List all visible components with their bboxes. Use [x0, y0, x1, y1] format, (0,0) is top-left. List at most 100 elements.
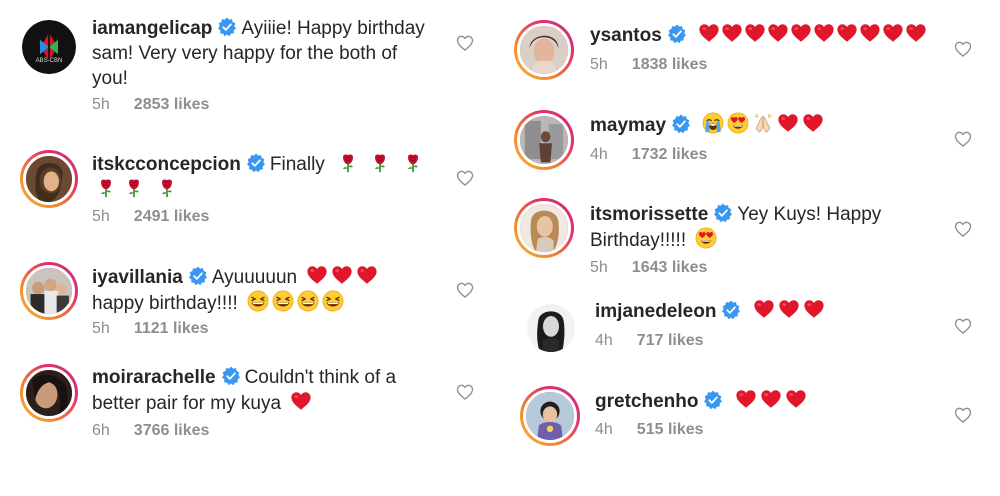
comment-likes[interactable]: 3766 likes: [134, 422, 210, 439]
comment-meta: 5h 1121 likes: [92, 320, 209, 338]
comment-meta: 5h 1838 likes: [590, 56, 707, 74]
comment-text: Finally: [269, 154, 325, 175]
comment-likes[interactable]: 1121 likes: [134, 320, 209, 337]
avatar-photo: [520, 116, 568, 164]
comment-text: Ayuuuuun: [211, 267, 298, 288]
comment-likes[interactable]: 515 likes: [637, 421, 704, 438]
heart-outline-icon[interactable]: [455, 382, 475, 402]
verified-badge-icon: [713, 203, 733, 223]
rose-emoji: [338, 153, 358, 173]
red-heart-emoji: [882, 22, 904, 44]
avatar[interactable]: [527, 304, 575, 352]
red-heart-emoji: [802, 112, 824, 134]
verified-badge-icon: [188, 266, 208, 286]
username[interactable]: itsmorissette: [590, 204, 708, 225]
heart-outline-icon[interactable]: [455, 168, 475, 188]
loudly-crying-emoji: [702, 112, 724, 134]
avatar[interactable]: [514, 20, 574, 80]
verified-badge-icon: [667, 24, 687, 44]
grinning-squinting-emoji: [322, 290, 344, 312]
comment-meta: 4h 717 likes: [595, 332, 704, 350]
red-heart-emoji: [356, 264, 378, 286]
grinning-squinting-emoji: [297, 290, 319, 312]
rose-emoji: [124, 178, 144, 198]
verified-badge-icon: [246, 153, 266, 173]
heart-outline-icon[interactable]: [953, 316, 973, 336]
heart-outline-icon[interactable]: [953, 39, 973, 59]
username[interactable]: ysantos: [590, 25, 662, 46]
comment-body: gretchenho: [595, 388, 935, 414]
comment-time[interactable]: 4h: [595, 332, 613, 349]
username[interactable]: gretchenho: [595, 391, 698, 412]
comment-meta: 5h 2853 likes: [92, 96, 209, 114]
verified-badge-icon: [217, 17, 237, 37]
avatar[interactable]: [20, 150, 78, 208]
comment-likes[interactable]: 2491 likes: [134, 208, 210, 225]
comment-likes[interactable]: 2853 likes: [134, 96, 210, 113]
comment-body: imjanedeleon: [595, 298, 935, 324]
red-heart-emoji: [785, 388, 807, 410]
red-heart-emoji: [744, 22, 766, 44]
heart-outline-icon[interactable]: [953, 129, 973, 149]
comment-time[interactable]: 6h: [92, 422, 110, 439]
comment-likes[interactable]: 1838 likes: [632, 56, 708, 73]
red-heart-emoji: [859, 22, 881, 44]
heart-outline-icon[interactable]: [455, 280, 475, 300]
rose-emoji: [370, 153, 390, 173]
rose-emoji: [96, 178, 116, 198]
comment-time[interactable]: 4h: [590, 146, 608, 163]
avatar[interactable]: ABS-CBN: [22, 20, 76, 74]
comment-time[interactable]: 5h: [590, 56, 608, 73]
grinning-squinting-emoji: [247, 290, 269, 312]
red-heart-emoji: [331, 264, 353, 286]
heart-outline-icon[interactable]: [953, 219, 973, 239]
avatar-photo: [26, 268, 72, 314]
comment-time[interactable]: 5h: [92, 320, 110, 337]
comment-body: iamangelicap Ayiiie! Happy birthday sam! …: [92, 16, 437, 91]
username[interactable]: imjanedeleon: [595, 301, 716, 322]
comment-meta: 6h 3766 likes: [92, 422, 209, 440]
comment-likes[interactable]: 1643 likes: [632, 259, 708, 276]
comment-body: moirarachelle Couldn't think of a better …: [92, 365, 437, 416]
red-heart-emoji: [760, 388, 782, 410]
red-heart-emoji: [698, 22, 720, 44]
avatar[interactable]: [514, 110, 574, 170]
username[interactable]: maymay: [590, 115, 666, 136]
username[interactable]: iamangelicap: [92, 18, 212, 39]
avatar-photo: [26, 370, 72, 416]
red-heart-emoji: [803, 298, 825, 320]
rose-emoji: [157, 178, 177, 198]
comment-likes[interactable]: 1732 likes: [632, 146, 708, 163]
comment-body: itskcconcepcion Finally: [92, 152, 437, 202]
heart-outline-icon[interactable]: [455, 33, 475, 53]
avatar-photo: [527, 304, 575, 352]
comment-time[interactable]: 4h: [595, 421, 613, 438]
verified-badge-icon: [671, 114, 691, 134]
comment-body: iyavillania Ayuuuuun happy birthday!!!!: [92, 264, 437, 316]
red-heart-emoji: [836, 22, 858, 44]
comment-time[interactable]: 5h: [590, 259, 608, 276]
avatar[interactable]: [20, 262, 78, 320]
avatar[interactable]: [520, 386, 580, 446]
avatar[interactable]: [20, 364, 78, 422]
comment-meta: 4h 1732 likes: [590, 146, 707, 164]
red-heart-emoji: [778, 298, 800, 320]
avatar[interactable]: [514, 198, 574, 258]
comment-body: maymay: [590, 112, 950, 138]
avatar-photo: [520, 26, 568, 74]
comment-time[interactable]: 5h: [92, 208, 110, 225]
heart-outline-icon[interactable]: [953, 405, 973, 425]
avatar-photo: [26, 156, 72, 202]
folded-hands-emoji: [752, 112, 774, 134]
comment-likes[interactable]: 717 likes: [637, 332, 704, 349]
comment-time[interactable]: 5h: [92, 96, 110, 113]
verified-badge-icon: [703, 390, 723, 410]
verified-badge-icon: [721, 300, 741, 320]
username[interactable]: itskcconcepcion: [92, 154, 241, 175]
comment-body: itsmorissette Yey Kuys! Happy Birthday!!!…: [590, 202, 910, 253]
verified-badge-icon: [221, 366, 241, 386]
username[interactable]: moirarachelle: [92, 367, 216, 388]
comment-meta: 4h 515 likes: [595, 421, 704, 439]
username[interactable]: iyavillania: [92, 267, 183, 288]
red-heart-emoji: [777, 112, 799, 134]
